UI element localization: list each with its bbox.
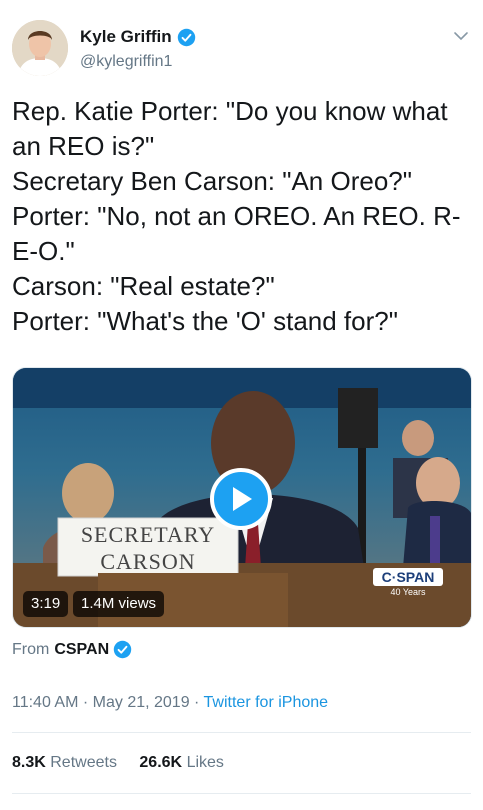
- tweet-line: Porter: "No, not an OREO. An REO. R-E-O.…: [12, 201, 461, 266]
- likes-stat[interactable]: 26.6K Likes: [139, 754, 224, 771]
- tweet-line: Carson: "Real estate?": [12, 271, 275, 301]
- verified-icon: [113, 640, 132, 659]
- likes-label: Likes: [186, 754, 224, 771]
- divider: [12, 793, 471, 794]
- video-player[interactable]: SECRETARY CARSON C·SPAN 40 Years 3:19 1.…: [12, 367, 472, 628]
- tweet-stats: 8.3K Retweets 26.6K Likes: [12, 754, 224, 772]
- tweet-text: Rep. Katie Porter: "Do you know what an …: [12, 94, 474, 339]
- source-prefix: From: [12, 640, 50, 658]
- network-logo: C·SPAN: [373, 568, 443, 586]
- play-button[interactable]: [210, 468, 272, 530]
- retweets-count: 8.3K: [12, 754, 46, 771]
- user-name[interactable]: Kyle Griffin: [80, 27, 172, 47]
- views-badge: 1.4M views: [73, 591, 165, 617]
- user-handle[interactable]: @kylegriffin1: [80, 53, 172, 71]
- duration-badge: 3:19: [23, 591, 69, 617]
- tweet-line: Secretary Ben Carson: "An Oreo?": [12, 166, 412, 196]
- nameplate: SECRETARY CARSON: [58, 521, 238, 575]
- cspan-logo: C·SPAN 40 Years: [373, 568, 443, 597]
- meta-separator: ·: [189, 694, 204, 711]
- tweet-header: Kyle Griffin @kylegriffin1: [12, 20, 471, 80]
- source-attribution: From CSPAN: [12, 640, 132, 659]
- nameplate-line: SECRETARY: [80, 522, 216, 547]
- verified-icon: [177, 28, 195, 46]
- avatar[interactable]: [12, 20, 68, 76]
- retweets-label: Retweets: [50, 754, 117, 771]
- tweet-line: Porter: "What's the 'O' stand for?": [12, 306, 398, 336]
- retweets-stat[interactable]: 8.3K Retweets: [12, 754, 117, 771]
- divider: [12, 732, 471, 733]
- tweet-date[interactable]: May 21, 2019: [93, 694, 190, 711]
- nameplate-line: CARSON: [100, 549, 196, 574]
- play-icon: [233, 487, 252, 511]
- tweet-line: Rep. Katie Porter: "Do you know what an …: [12, 96, 455, 161]
- client-app-link[interactable]: Twitter for iPhone: [204, 694, 329, 711]
- tweet-meta: 11:40 AM · May 21, 2019 · Twitter for iP…: [12, 694, 328, 712]
- chevron-down-icon[interactable]: [451, 26, 471, 46]
- source-name[interactable]: CSPAN: [54, 641, 109, 659]
- network-sub: 40 Years: [390, 587, 426, 597]
- tweet-time[interactable]: 11:40 AM: [12, 694, 78, 711]
- meta-separator: ·: [78, 694, 93, 711]
- likes-count: 26.6K: [139, 754, 183, 771]
